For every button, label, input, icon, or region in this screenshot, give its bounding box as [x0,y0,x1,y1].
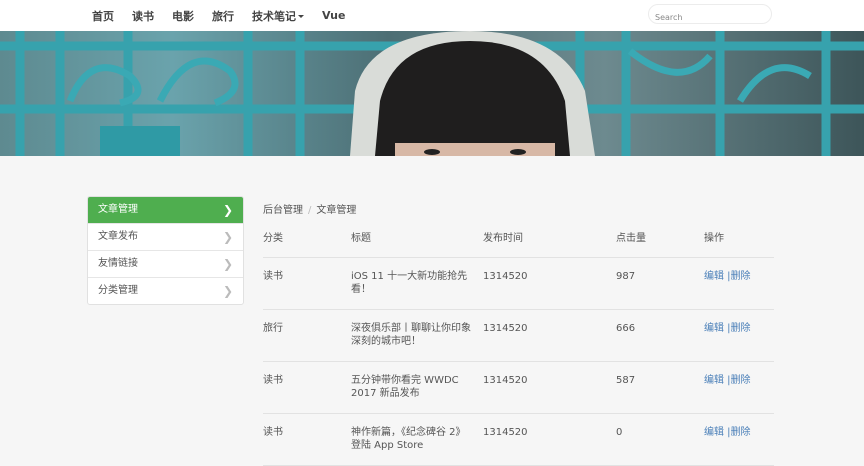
search-box [648,4,772,27]
row-category: 读书 [263,375,283,386]
row-ops: 编辑 |删除 [704,426,751,439]
admin-sidebar: 文章管理 ❯ 文章发布 ❯ 友情链接 ❯ 分类管理 ❯ [87,196,244,305]
delete-link[interactable]: 删除 [731,323,751,334]
edit-link[interactable]: 编辑 [704,375,724,386]
sidebar-item-article-management[interactable]: 文章管理 ❯ [88,197,243,223]
nav-menu: 首页 读书 电影 旅行 技术笔记 Vue [92,0,363,31]
row-time: 1314520 [483,427,528,438]
nav-item-reading[interactable]: 读书 [132,8,154,24]
row-title: 深夜俱乐部丨聊聊让你印象深刻的城市吧！ [351,323,471,347]
edit-link[interactable]: 编辑 [704,271,724,282]
articles-table: 分类 标题 发布时间 点击量 操作 读书 iOS 11 十一大新功能抢先看！ 1… [263,222,774,466]
column-header-title: 标题 [351,233,371,244]
row-clicks: 987 [616,271,636,282]
table-row: 读书 五分钟带你看完 WWDC 2017 新品发布 1314520 587 编辑… [263,362,774,414]
column-header-ops: 操作 [704,233,724,244]
delete-link[interactable]: 删除 [731,271,751,282]
sidebar-item-friend-links[interactable]: 友情链接 ❯ [88,250,243,277]
row-clicks: 666 [616,323,636,334]
table-row: 旅行 深夜俱乐部丨聊聊让你印象深刻的城市吧！ 1314520 666 编辑 |删… [263,310,774,362]
row-title: iOS 11 十一大新功能抢先看！ [351,271,468,295]
hero-illustration [0,31,864,156]
sidebar-item-label: 友情链接 [98,258,138,269]
breadcrumb-item-admin[interactable]: 后台管理 [263,205,303,216]
chevron-right-icon: ❯ [222,257,233,271]
row-ops: 编辑 |删除 [704,270,751,283]
sidebar-item-category-management[interactable]: 分类管理 ❯ [88,277,243,304]
edit-link[interactable]: 编辑 [704,323,724,334]
row-time: 1314520 [483,271,528,282]
nav-item-movies[interactable]: 电影 [172,8,194,24]
row-time: 1314520 [483,323,528,334]
delete-link[interactable]: 删除 [731,427,751,438]
row-title: 五分钟带你看完 WWDC 2017 新品发布 [351,375,459,399]
top-navbar: 首页 读书 电影 旅行 技术笔记 Vue [0,0,864,32]
edit-link[interactable]: 编辑 [704,427,724,438]
column-header-time: 发布时间 [483,233,523,244]
chevron-right-icon: ❯ [222,203,233,217]
row-category: 旅行 [263,323,283,334]
row-title: 神作新篇，《纪念碑谷 2》登陆 App Store [351,427,466,451]
column-header-clicks: 点击量 [616,233,646,244]
column-header-category: 分类 [263,233,283,244]
nav-item-tech-notes-label: 技术笔记 [252,9,296,23]
sidebar-item-label: 文章发布 [98,231,138,242]
caret-down-icon [298,15,304,18]
nav-item-travel[interactable]: 旅行 [212,8,234,24]
sidebar-item-label: 文章管理 [98,204,138,215]
nav-item-home[interactable]: 首页 [92,8,114,24]
chevron-right-icon: ❯ [222,230,233,244]
row-category: 读书 [263,271,283,282]
nav-item-vue[interactable]: Vue [322,9,345,22]
delete-link[interactable]: 删除 [731,375,751,386]
breadcrumb: 后台管理 / 文章管理 [263,201,356,216]
row-ops: 编辑 |删除 [704,322,751,335]
table-row: 读书 神作新篇，《纪念碑谷 2》登陆 App Store 1314520 0 编… [263,414,774,466]
table-header: 分类 标题 发布时间 点击量 操作 [263,222,774,258]
breadcrumb-item-current: 文章管理 [316,205,357,216]
search-input[interactable] [649,8,765,27]
hero-banner-image [0,31,864,156]
row-time: 1314520 [483,375,528,386]
row-ops: 编辑 |删除 [704,374,751,387]
row-clicks: 587 [616,375,636,386]
chevron-right-icon: ❯ [222,284,233,298]
table-row: 读书 iOS 11 十一大新功能抢先看！ 1314520 987 编辑 |删除 [263,258,774,310]
sidebar-item-label: 分类管理 [98,285,138,296]
row-category: 读书 [263,427,283,438]
nav-item-tech-notes-dropdown[interactable]: 技术笔记 [252,8,304,24]
breadcrumb-separator: / [308,205,312,216]
sidebar-item-article-publish[interactable]: 文章发布 ❯ [88,223,243,250]
row-clicks: 0 [616,427,623,438]
